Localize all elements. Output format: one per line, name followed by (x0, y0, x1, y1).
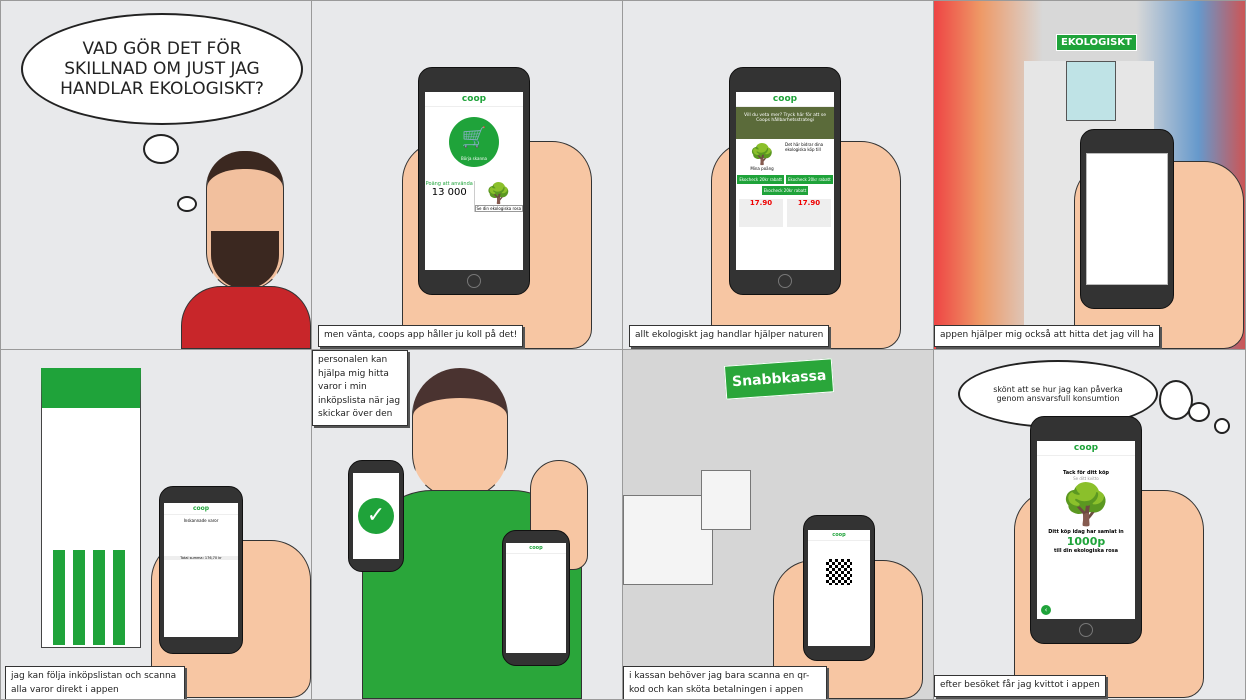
panel-6: ✓ coop Personalen kan hjälpa mig hitta v… (311, 349, 623, 700)
tree-icon: 🌳 (486, 181, 512, 205)
panel-2: coop 🛒 Börja skanna Poäng att använda 13 0… (311, 0, 623, 350)
back-button[interactable]: ‹ (1041, 605, 1051, 615)
thought-dot (1188, 402, 1210, 422)
carton-stripes (53, 550, 133, 645)
caption: Efter besöket får jag kvittot i appen (934, 675, 1106, 697)
coupon-button[interactable]: Ekocheck 20kr rabatt (786, 175, 833, 184)
staff-head (412, 368, 508, 498)
coop-logo: coop (506, 543, 566, 554)
checkmark-icon: ✓ (358, 498, 394, 534)
home-button[interactable] (467, 274, 481, 288)
home-button[interactable] (1079, 623, 1093, 637)
store-map-screen (1086, 153, 1168, 285)
panel-3: coop Vill du veta mer? Tryck här för att… (622, 0, 934, 350)
caption: Allt ekologiskt jag handlar hjälper natu… (629, 325, 830, 347)
coop-logo: coop (164, 503, 238, 515)
scan-button[interactable]: 🛒 Börja skanna (449, 117, 499, 167)
panel-8: Skönt att se hur jag kan påverka genom a… (933, 349, 1246, 700)
phone-screen: coop Inskannade varor Total summa: 176,7… (164, 503, 238, 637)
checkout-counter (623, 495, 713, 585)
my-points: Mina poäng (750, 166, 774, 171)
phone-screen: coop Tack för ditt köp Se ditt kvitto 🌳 … (1037, 441, 1135, 619)
thought-dot (143, 134, 179, 164)
caption: Appen hjälper mig också att hitta det ja… (934, 325, 1160, 347)
thought-dot (1214, 418, 1230, 434)
phone: coop (502, 530, 570, 666)
caption: Personalen kan hjälpa mig hitta varor i … (312, 350, 408, 426)
points-value: 1000p (1066, 535, 1106, 548)
panel-4: EKOLOGISKT Appen hjälper mig också att h… (933, 0, 1246, 350)
phone: coop 🛒 Börja skanna Poäng att använda 13 0… (418, 67, 530, 295)
tree-icon: 🌳 (1061, 482, 1111, 528)
caption: Jag kan följa inköpslistan och scanna al… (5, 666, 185, 699)
phone-checkmark: ✓ (348, 460, 404, 572)
target-text: till din ekologiska rosa (1054, 548, 1118, 554)
phone-screen: coop 🛒 Börja skanna Poäng att använda 13 0… (425, 92, 523, 270)
thought-dot (177, 196, 197, 212)
store-door (1066, 61, 1116, 121)
phone: coop Vill du veta mer? Tryck här för att… (729, 67, 841, 295)
man-shirt (181, 286, 311, 349)
scan-label: Börja skanna (461, 156, 487, 161)
rose-button[interactable]: Se din ekologiska rosa (474, 205, 523, 212)
snabbkassa-sign: Snabbkassa (723, 358, 835, 400)
total-sum: Total summa: 176,70 kr (164, 556, 238, 560)
coop-logo: coop (1037, 441, 1135, 456)
panel-5: coop Inskannade varor Total summa: 176,7… (0, 349, 312, 700)
caption: I kassan behöver jag bara scanna en QR-k… (623, 666, 827, 699)
thought-bubble: Vad gör det för skillnad om just jag han… (21, 13, 303, 125)
caption: Men vänta, Coops app håller ju koll på d… (318, 325, 524, 347)
coop-logo: coop (808, 530, 870, 541)
ekologiskt-sign: EKOLOGISKT (1056, 34, 1137, 51)
offer-card[interactable]: 17.90 (739, 199, 783, 227)
tree-icon: 🌳 (749, 142, 775, 166)
home-button[interactable] (778, 274, 792, 288)
points-value: 13 000 (431, 187, 467, 198)
phone (1080, 129, 1174, 309)
offer-card[interactable]: 17.90 (787, 199, 831, 227)
phone-screen: coop Vill du veta mer? Tryck här för att… (736, 92, 834, 270)
panel-7: Snabbkassa coop I kassan behöver jag bar… (622, 349, 934, 700)
coupon-button[interactable]: Ekocheck 20kr rabatt (761, 186, 809, 195)
sustainability-banner[interactable]: Vill du veta mer? Tryck här för att se C… (736, 107, 834, 139)
phone: coop (803, 515, 875, 661)
panel-1: Vad gör det för skillnad om just jag han… (0, 0, 312, 350)
coop-logo: coop (736, 92, 834, 107)
qr-code-icon (826, 559, 852, 585)
tree-title: Det här bidrar dina ekologiska köp till (785, 142, 824, 152)
phone: coop Tack för ditt köp Se ditt kvitto 🌳 … (1030, 416, 1142, 644)
coupon-button[interactable]: Ekocheck 20kr rabatt (737, 175, 784, 184)
checkout-counter (701, 470, 751, 530)
phone: coop Inskannade varor Total summa: 176,7… (159, 486, 243, 654)
screen-title: Inskannade varor (183, 518, 219, 523)
coop-logo: coop (425, 92, 523, 107)
